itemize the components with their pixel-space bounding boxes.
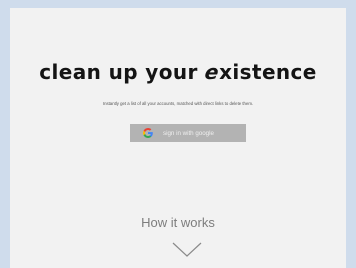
landing-panel: clean up your existence Instantly get a … — [10, 8, 346, 268]
google-g-icon — [139, 124, 157, 142]
how-it-works-link[interactable]: How it works — [10, 215, 346, 230]
sign-in-label: sign in with google — [163, 129, 214, 137]
sign-in-with-google-button[interactable]: sign in with google — [130, 124, 246, 142]
headline-start: clean up your — [39, 60, 206, 84]
chevron-down-icon[interactable] — [172, 242, 202, 258]
tagline: Instantly get a list of all your account… — [102, 101, 254, 106]
page-title: clean up your existence — [10, 60, 346, 84]
headline-end: xistence — [219, 60, 317, 84]
